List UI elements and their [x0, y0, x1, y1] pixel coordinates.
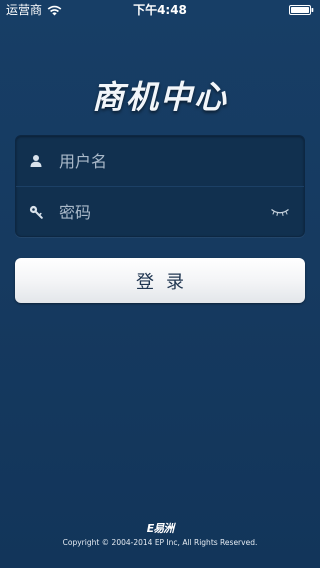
eye-closed-icon[interactable]	[270, 207, 290, 217]
password-row	[16, 187, 304, 237]
status-time: 下午4:48	[133, 3, 187, 17]
username-input[interactable]	[59, 146, 259, 176]
company-logo: E易洲	[0, 520, 320, 536]
key-icon	[29, 205, 43, 219]
user-icon	[30, 155, 42, 167]
username-row	[16, 136, 304, 186]
login-button[interactable]: 登录	[15, 258, 305, 303]
app-title: 商机中心	[91, 78, 228, 116]
login-screen: 运营商 下午4:48 商机中心 用户名 登录 E易洲 Copyright © 2…	[0, 0, 320, 568]
login-form	[15, 135, 305, 237]
logo-text: E易洲	[146, 522, 174, 535]
battery-icon	[289, 5, 314, 15]
status-bar: 运营商 下午4:48	[0, 0, 320, 20]
password-input[interactable]	[59, 197, 259, 227]
copyright-text: Copyright © 2004-2014 EP Inc, All Rights…	[62, 538, 258, 547]
